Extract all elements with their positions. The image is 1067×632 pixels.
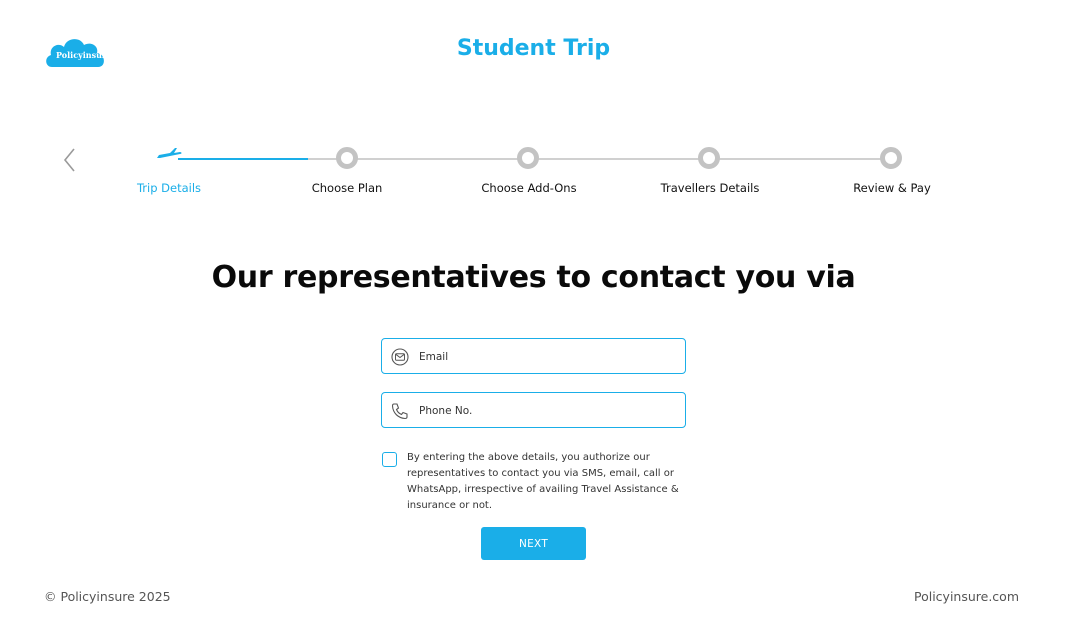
section-heading: Our representatives to contact you via — [211, 260, 856, 295]
step-label-choose-plan[interactable]: Choose Plan — [312, 181, 383, 195]
step-label-travellers-details[interactable]: Travellers Details — [661, 181, 760, 195]
email-input[interactable] — [417, 339, 681, 375]
envelope-icon — [391, 348, 409, 366]
airplane-icon — [156, 146, 182, 160]
footer-site-link[interactable]: Policyinsure.com — [914, 589, 1019, 604]
footer-copyright: © Policyinsure 2025 — [44, 589, 171, 604]
step-label-trip-details[interactable]: Trip Details — [137, 181, 201, 195]
step-label-choose-add-ons[interactable]: Choose Add-Ons — [481, 181, 576, 195]
step-node-travellers-details[interactable] — [698, 147, 720, 169]
phone-input[interactable] — [417, 393, 681, 429]
stepper-track — [308, 158, 892, 160]
step-node-review-pay[interactable] — [880, 147, 902, 169]
step-node-choose-add-ons[interactable] — [517, 147, 539, 169]
page-title: Student Trip — [456, 36, 611, 61]
consent-text: By entering the above details, you autho… — [407, 452, 679, 511]
phone-field[interactable] — [381, 392, 686, 429]
email-field[interactable] — [381, 338, 686, 375]
chevron-left-icon — [63, 148, 75, 172]
step-node-choose-plan[interactable] — [336, 147, 358, 169]
back-button[interactable] — [62, 147, 78, 173]
next-button[interactable]: NEXT — [481, 527, 586, 560]
stepper-track-active — [178, 158, 308, 160]
phone-icon — [391, 402, 409, 420]
consent-checkbox[interactable] — [382, 452, 397, 467]
step-label-review-pay[interactable]: Review & Pay — [853, 181, 931, 195]
